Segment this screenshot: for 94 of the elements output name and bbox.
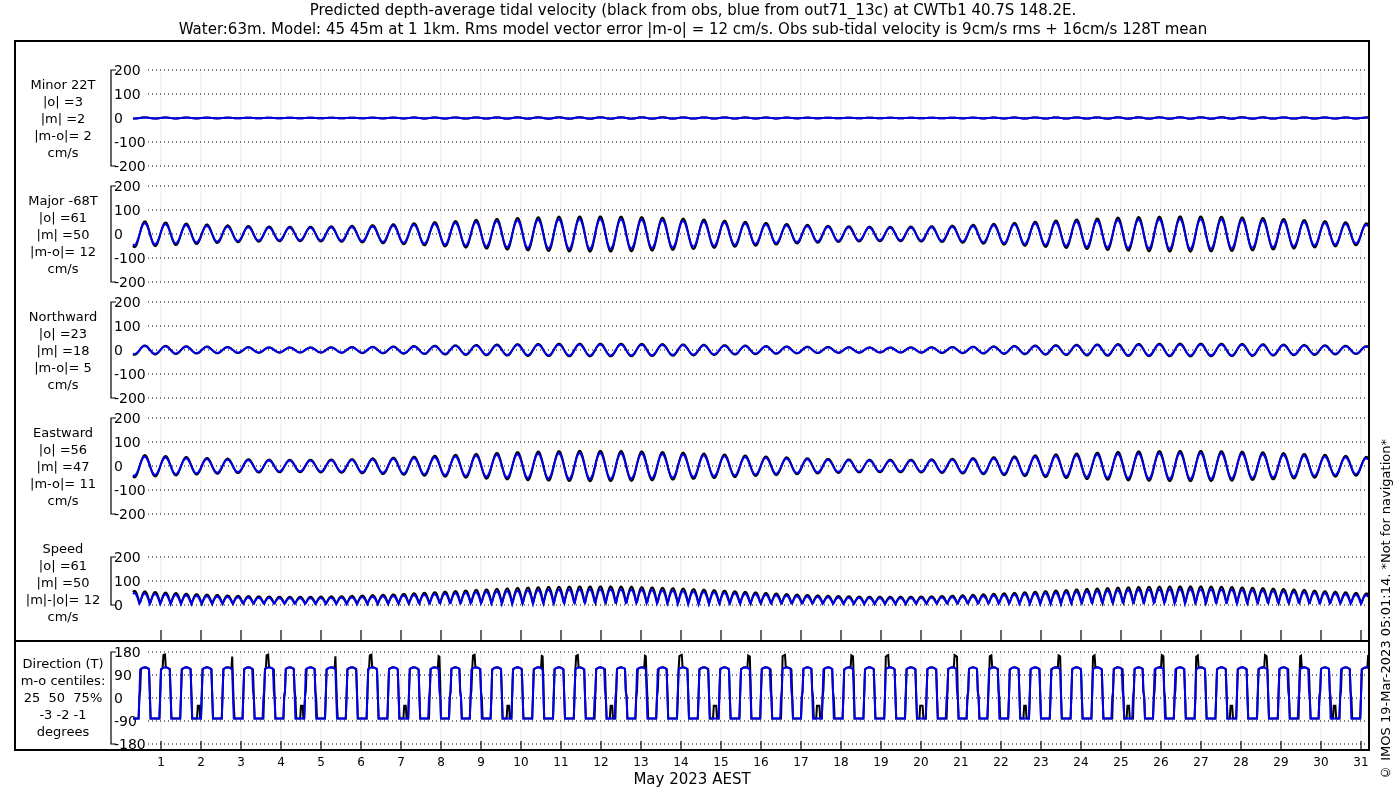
y-tick-label: -100 (114, 250, 146, 266)
x-tick-label: 24 (1073, 755, 1089, 769)
panel-label: |m| =50 (36, 573, 90, 591)
panel-label: |o| =23 (38, 324, 88, 342)
y-tick-label: -100 (114, 366, 146, 382)
panel-label: |m-o|= 5 (34, 358, 92, 376)
y-tick-label: 100 (114, 318, 141, 334)
x-tick-label: 17 (793, 755, 809, 769)
y-tick-label: 180 (114, 644, 141, 660)
x-tick-label: 12 (593, 755, 609, 769)
y-tick-label: 100 (114, 434, 141, 450)
panel-label: |m-o|= 2 (34, 126, 92, 144)
chart-title: Predicted depth-average tidal velocity (black from obs, blue from out71_13c) at CWTb1 40.7S 148.2E. (309, 1, 1077, 20)
x-tick-label: 28 (1233, 755, 1249, 769)
y-tick-label: -100 (114, 134, 146, 150)
y-tick-label: 0 (114, 458, 123, 474)
panel-label: |o| =61 (38, 556, 88, 574)
y-tick-label: 0 (114, 342, 123, 358)
y-tick-label: 0 (114, 110, 123, 126)
y-tick-label: -200 (114, 390, 146, 406)
panel-label: |m| =2 (40, 109, 86, 127)
x-tick-label: 21 (953, 755, 969, 769)
y-tick-label: 90 (114, 667, 132, 683)
x-tick-label: 8 (437, 755, 445, 769)
panel-label: Speed (42, 539, 84, 557)
x-tick-label: 3 (237, 755, 245, 769)
panel-label: |m| =18 (36, 341, 90, 359)
x-tick-label: 30 (1313, 755, 1329, 769)
panel-label: |m-o|= 11 (30, 474, 96, 492)
y-tick-label: 200 (114, 410, 141, 426)
panel-label: m-o centiles: (20, 672, 106, 689)
x-tick-label: 14 (673, 755, 689, 769)
x-tick-label: 10 (513, 755, 529, 769)
x-tick-label: 11 (553, 755, 569, 769)
panel-label: |m| =47 (36, 457, 90, 475)
y-tick-label: 200 (114, 178, 141, 194)
panel-label: cm/s (47, 491, 79, 509)
panel-label: |m|-|o|= 12 (25, 590, 101, 608)
x-tick-label: 22 (993, 755, 1009, 769)
panel-label: -3 -2 -1 (39, 706, 87, 723)
panel-label: |o| =56 (38, 440, 88, 458)
x-tick-label: 4 (277, 755, 285, 769)
y-tick-label: -200 (114, 506, 146, 522)
x-tick-label: 1 (157, 755, 165, 769)
credit-text: © IMOS 19-Mar-2023 05:01:14. *Not for navigation* (1377, 439, 1395, 780)
y-tick-label: -180 (114, 736, 146, 751)
panel-label: cm/s (47, 607, 79, 625)
panel-label: Major -68T (28, 191, 98, 209)
x-tick-label: 15 (713, 755, 729, 769)
panel-label: cm/s (47, 259, 79, 277)
x-tick-label: 18 (833, 755, 849, 769)
x-axis-label: May 2023 AEST (633, 770, 751, 788)
panel-label: |o| =3 (43, 92, 83, 110)
y-tick-label: 200 (114, 549, 141, 565)
y-tick-label: -200 (114, 158, 146, 174)
x-tick-label: 7 (397, 755, 405, 769)
panel-label: |o| =61 (38, 208, 88, 226)
panel-label: Direction (T) (22, 655, 104, 672)
y-tick-label: 0 (114, 597, 123, 613)
y-tick-label: 0 (114, 690, 123, 706)
x-tick-label: 26 (1153, 755, 1169, 769)
y-tick-label: 100 (114, 573, 141, 589)
panel-label: |m| =50 (36, 225, 90, 243)
x-tick-label: 20 (913, 755, 929, 769)
y-tick-label: 0 (114, 226, 123, 242)
panel-label: Minor 22T (30, 75, 96, 93)
x-tick-label: 27 (1193, 755, 1209, 769)
chart-title: Water:63m. Model: 45 45m at 1 1km. Rms model vector error |m-o| = 12 cm/s. Obs sub-tidal velocity is 9cm/s rms + 16cm/s 128T mean (178, 20, 1208, 39)
x-tick-label: 29 (1273, 755, 1289, 769)
x-tick-label: 2 (197, 755, 205, 769)
y-tick-label: 200 (114, 62, 141, 78)
y-tick-label: -200 (114, 274, 146, 290)
y-tick-label: 200 (114, 294, 141, 310)
x-tick-label: 13 (633, 755, 649, 769)
x-tick-label: 23 (1033, 755, 1049, 769)
panel-label: degrees (36, 723, 90, 740)
x-tick-label: 31 (1353, 755, 1368, 769)
x-tick-label: 9 (477, 755, 485, 769)
x-tick-label: 25 (1113, 755, 1129, 769)
panel-label: Eastward (33, 423, 93, 441)
panel-label: |m-o|= 12 (30, 242, 96, 260)
panel-label: cm/s (47, 375, 79, 393)
x-tick-label: 5 (317, 755, 325, 769)
y-axis (110, 556, 117, 606)
panel-label: 25 50 75% (23, 689, 103, 706)
y-tick-label: 100 (114, 202, 141, 218)
x-tick-label: 6 (357, 755, 365, 769)
y-tick-label: -100 (114, 482, 146, 498)
panel-label: cm/s (47, 143, 79, 161)
panel-label: Northward (28, 307, 98, 325)
x-tick-label: 19 (873, 755, 889, 769)
y-tick-label: 100 (114, 86, 141, 102)
x-tick-label: 16 (753, 755, 769, 769)
y-tick-label: -90 (114, 713, 137, 729)
